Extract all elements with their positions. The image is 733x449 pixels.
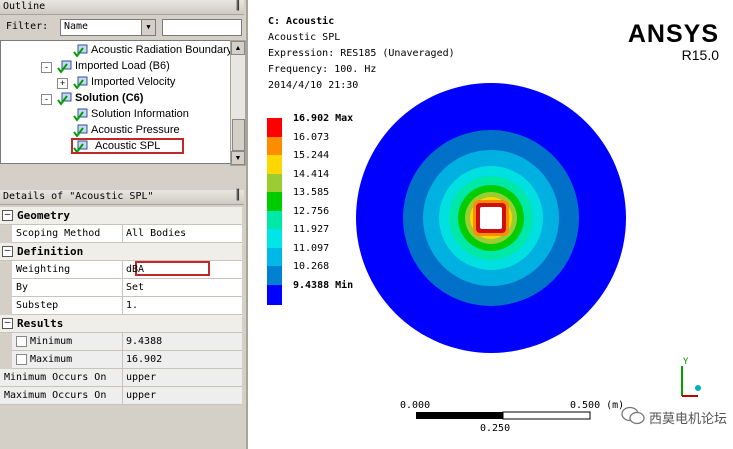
- collapse-icon[interactable]: –: [2, 210, 13, 221]
- legend-label: 12.756: [293, 205, 330, 217]
- row-max-occurs[interactable]: Maximum Occurs On upper: [0, 387, 242, 405]
- parameter-checkbox[interactable]: [16, 336, 27, 347]
- tree-item-label: Solution Information: [91, 108, 189, 120]
- details-grid: – Geometry Scoping Method All Bodies – D…: [0, 207, 244, 407]
- row-maximum[interactable]: Maximum 16.902: [12, 351, 242, 369]
- details-title: Details of "Acoustic SPL": [3, 191, 154, 202]
- legend-swatch: [267, 229, 282, 249]
- legend-swatch: [267, 136, 282, 157]
- legend-swatch: [267, 210, 282, 231]
- solution-icon: [57, 92, 72, 106]
- weighting-highlight: [135, 261, 210, 276]
- tree-item[interactable]: - Imported Load (B6): [1, 59, 229, 75]
- outline-tree: Acoustic Radiation Boundary - Imported Loa…: [0, 40, 232, 164]
- expand-icon[interactable]: +: [57, 78, 68, 89]
- legend-label: 11.927: [293, 224, 330, 235]
- collapse-icon[interactable]: –: [2, 246, 13, 257]
- row-min-occurs[interactable]: Minimum Occurs On upper: [0, 369, 242, 387]
- tree-item-label: Acoustic SPL: [71, 138, 185, 154]
- outline-header: Outline ║: [0, 0, 244, 15]
- collapse-icon[interactable]: –: [2, 318, 13, 329]
- contour-plot[interactable]: [354, 22, 628, 418]
- pin-icon[interactable]: ║: [235, 0, 241, 11]
- contour-hole: [480, 207, 502, 229]
- collapse-icon[interactable]: -: [41, 62, 52, 73]
- timestamp-text: 2014/4/10 21:30: [268, 80, 359, 91]
- result-name: Acoustic SPL: [268, 32, 341, 43]
- legend-swatch: [267, 192, 282, 212]
- tree-item[interactable]: Acoustic Pressure: [1, 123, 229, 139]
- tree-item-label: Imported Load (B6): [75, 60, 170, 72]
- filter-select[interactable]: Name ▼: [60, 19, 156, 36]
- scroll-up-icon[interactable]: ▲: [231, 41, 245, 55]
- scroll-thumb[interactable]: [232, 119, 245, 151]
- group-definition[interactable]: – Definition: [0, 243, 242, 261]
- scroll-down-icon[interactable]: ▼: [231, 151, 245, 165]
- outline-title: Outline: [3, 1, 46, 12]
- tree-item[interactable]: - Solution (C6): [1, 91, 229, 107]
- legend-label: 13.585: [293, 187, 330, 198]
- legend-label: 11.097: [293, 242, 330, 254]
- row-weighting[interactable]: Weighting dBA: [12, 261, 242, 279]
- tree-item-label: Imported Velocity: [91, 76, 176, 88]
- legend-swatch: [267, 155, 282, 175]
- row-substep[interactable]: Substep 1.: [12, 297, 242, 315]
- legend-label: 14.414: [293, 168, 330, 180]
- viewport-title: C: Acoustic: [268, 16, 335, 27]
- left-panel: Outline ║ Filter: Name ▼ Acoustic Radiat…: [0, 0, 248, 449]
- axis-y-label: Y: [683, 357, 689, 367]
- ansys-logo: ANSYS R15.0: [627, 20, 719, 63]
- details-header: Details of "Acoustic SPL" ║: [0, 190, 244, 205]
- scale-label-end: 0.500 (m): [570, 400, 625, 411]
- legend-swatch: [267, 118, 282, 138]
- tree-item-label: Acoustic Pressure: [91, 124, 180, 136]
- boundary-icon: [73, 44, 88, 58]
- velocity-icon: [73, 76, 88, 90]
- legend-swatch: [267, 173, 282, 194]
- filter-input[interactable]: [162, 19, 242, 36]
- group-geometry[interactable]: – Geometry: [0, 207, 242, 225]
- tree-item-label: Acoustic Radiation Boundary: [91, 44, 232, 56]
- tree-item[interactable]: + Imported Velocity: [1, 75, 229, 91]
- legend-label: 16.073: [293, 131, 330, 143]
- legend-label: 10.268: [293, 261, 330, 272]
- row-by[interactable]: By Set: [12, 279, 242, 297]
- tree-item[interactable]: Acoustic SPL: [1, 138, 229, 155]
- folder-icon: [57, 60, 72, 74]
- watermark: 西莫电机论坛: [621, 406, 727, 427]
- pin-icon[interactable]: ║: [235, 190, 241, 201]
- legend-label: 15.244: [293, 150, 330, 161]
- legend-label: 16.902 Max: [293, 113, 354, 124]
- panel-splitter[interactable]: [0, 180, 244, 188]
- wechat-icon: [621, 406, 645, 425]
- row-scoping-method[interactable]: Scoping Method All Bodies: [12, 225, 242, 243]
- parameter-checkbox[interactable]: [16, 354, 27, 365]
- pressure-icon: [73, 124, 88, 138]
- legend-label: 9.4388 Min: [293, 279, 354, 291]
- legend-swatch: [267, 247, 282, 268]
- tree-item[interactable]: Acoustic Radiation Boundary: [1, 43, 232, 59]
- filter-label: Filter:: [6, 21, 49, 32]
- scale-label-start: 0.000: [400, 400, 431, 411]
- row-minimum[interactable]: Minimum 9.4388: [12, 333, 242, 351]
- graphics-viewport[interactable]: C: Acoustic Acoustic SPL Expression: RES…: [248, 0, 733, 449]
- info-icon: [73, 108, 88, 122]
- tree-item[interactable]: Solution Information: [1, 107, 229, 123]
- scale-label-mid: 0.250: [480, 423, 511, 434]
- legend-swatch: [267, 266, 282, 286]
- chevron-down-icon[interactable]: ▼: [141, 20, 155, 35]
- tree-scrollbar[interactable]: ▲ ▼: [230, 40, 246, 166]
- legend-swatch: [267, 284, 282, 305]
- group-results[interactable]: – Results: [0, 315, 242, 333]
- tree-item-label: Solution (C6): [75, 92, 144, 104]
- filter-select-value: Name: [64, 21, 89, 32]
- filter-bar: Filter: Name ▼: [0, 16, 244, 38]
- collapse-icon[interactable]: -: [41, 94, 52, 105]
